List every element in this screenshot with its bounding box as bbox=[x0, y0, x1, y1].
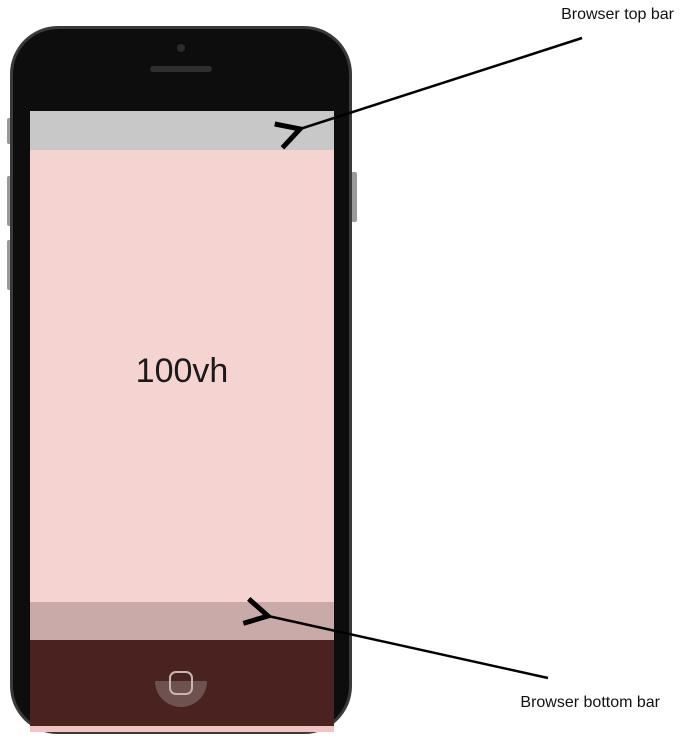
browser-top-bar bbox=[30, 111, 334, 150]
browser-top-bar-label: Browser top bar bbox=[561, 6, 674, 23]
camera-icon bbox=[177, 44, 185, 52]
browser-bottom-bar-label: Browser bottom bar bbox=[520, 694, 660, 711]
viewport-height-label: 100vh bbox=[135, 352, 229, 390]
speaker-icon bbox=[150, 66, 212, 72]
